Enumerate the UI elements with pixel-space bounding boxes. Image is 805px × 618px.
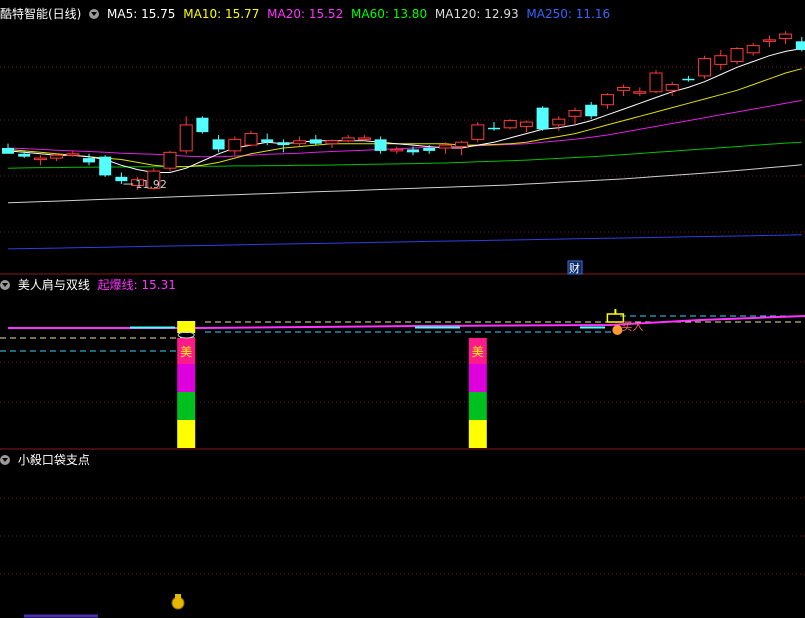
candle-body [407, 149, 419, 153]
candle-body [600, 94, 614, 106]
candle-body [795, 41, 805, 50]
ma250-label: MA250: 11.16 [526, 7, 611, 21]
candle-body [503, 120, 517, 129]
candle-body [519, 121, 533, 127]
candle-body [50, 154, 64, 159]
ma20-line [7, 99, 802, 158]
ma5-label: MA5: 15.75 [107, 7, 176, 21]
candle-body [357, 137, 371, 140]
signal-bar-segment [177, 392, 196, 420]
money-bag-icon [171, 596, 185, 610]
candle-body [325, 140, 339, 145]
money-bag-icon-neck [175, 594, 181, 598]
buy-signal-label: 买入 [621, 320, 643, 333]
candle-body [244, 133, 258, 146]
ma10-line [7, 68, 802, 168]
candle-body [228, 138, 242, 152]
signal-bar-segment [177, 420, 196, 448]
candle-body [390, 148, 404, 152]
candle-body [746, 45, 760, 54]
candle-body [163, 151, 177, 169]
dropdown-icon[interactable] [0, 280, 10, 290]
candle-body [714, 55, 728, 65]
ma250-line [7, 234, 802, 250]
candle-body [730, 48, 744, 62]
candle-body [617, 86, 631, 91]
candle-body [649, 72, 663, 93]
candle-body [212, 139, 225, 150]
indicator-title[interactable]: 美人肩与双线 [18, 278, 90, 292]
candle-body [196, 117, 209, 133]
candle-body [2, 148, 14, 154]
stock-title[interactable]: 酷特智能(日线) [0, 7, 81, 21]
signal-bar-segment [177, 364, 196, 392]
ma20-label: MA20: 15.52 [267, 7, 344, 21]
candle-body [665, 84, 679, 91]
candle-body [83, 158, 95, 163]
signal-bar-cap [177, 321, 196, 333]
signal-bar-segment [468, 364, 487, 392]
dropdown-icon[interactable] [0, 455, 10, 465]
candle-body [309, 139, 322, 144]
candle-body [585, 104, 598, 117]
dropdown-icon[interactable] [89, 9, 100, 19]
finance-badge-label: 财 [569, 261, 580, 275]
ma60-line [7, 141, 802, 169]
candle-body [277, 142, 290, 146]
candle-body [552, 118, 566, 126]
candle-body [633, 91, 647, 94]
candle-body [99, 156, 112, 176]
indicator-header: 美人肩与双线 起爆线: 15.31 [0, 277, 180, 293]
bottom-title[interactable]: 小殺口袋支点 [18, 453, 90, 467]
candle-body [293, 140, 307, 145]
ma120-label: MA120: 12.93 [434, 7, 519, 21]
candle-body [341, 137, 355, 142]
candle-body [18, 153, 31, 157]
signal-bar-segment [468, 420, 487, 448]
main-header: 酷特智能(日线) MA5: 15.75 MA10: 15.77 MA20: 15… [0, 6, 614, 22]
low-marker-label: 11.92 [135, 178, 167, 191]
signal-bar-label: 美 [472, 345, 484, 359]
candle-body [779, 33, 793, 39]
line-label: 起爆线: 15.31 [97, 278, 176, 292]
candle-body [682, 78, 695, 81]
candle-body [374, 139, 387, 151]
ma60-label: MA60: 13.80 [351, 7, 428, 21]
candle-body [488, 127, 500, 130]
signal-bar-segment [468, 392, 487, 420]
chart-canvas: 11.92 财美 美 买入 [0, 31, 805, 618]
candle-body [33, 157, 47, 161]
candle-body [423, 148, 436, 151]
signal-bar-label: 美 [180, 345, 192, 359]
candle-body [536, 107, 549, 130]
candle-body [115, 176, 128, 182]
candle-body [471, 124, 485, 140]
candle-body [261, 139, 274, 143]
ma10-label: MA10: 15.77 [183, 7, 260, 21]
candle-body [438, 144, 452, 149]
candle-body [568, 110, 582, 117]
candle-body [455, 141, 469, 148]
bottom-header: 小殺口袋支点 [0, 452, 94, 468]
candle-body [698, 58, 712, 77]
candle-body [66, 153, 80, 156]
candle-body [762, 39, 776, 42]
candle-body [179, 124, 193, 152]
